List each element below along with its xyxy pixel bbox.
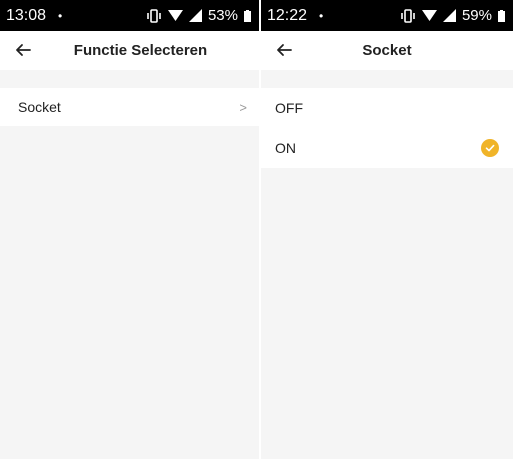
wifi-icon (421, 9, 437, 22)
battery-icon (244, 9, 251, 22)
app-bar: Socket (261, 31, 513, 70)
signal-icon (188, 9, 202, 22)
page-title: Functie Selecteren (73, 42, 208, 59)
notification-dot-icon: • (58, 8, 63, 23)
list-item-socket[interactable]: Socket > (0, 88, 259, 126)
back-arrow-icon[interactable] (12, 39, 34, 61)
page-title: Socket (362, 42, 412, 59)
option-on[interactable]: ON (261, 128, 513, 168)
option-off[interactable]: OFF (261, 88, 513, 128)
option-list: OFF ON (261, 88, 513, 168)
vibrate-icon (146, 8, 162, 23)
battery-level: 53% (207, 7, 238, 24)
right-screen: 12:22 • 59% Socket OFF ON (261, 0, 513, 459)
left-screen: 13:08 • 53% Functie Selecteren Socket > (0, 0, 259, 459)
status-time: 12:22 (267, 6, 308, 24)
status-bar: 13:08 • 53% (0, 0, 259, 31)
battery-level: 59% (461, 7, 492, 24)
battery-icon (498, 9, 505, 22)
wifi-icon (167, 9, 183, 22)
check-circle-icon (481, 139, 499, 157)
option-label: ON (275, 140, 296, 156)
list-item-label: Socket (18, 99, 61, 115)
signal-icon (442, 9, 456, 22)
status-time: 13:08 (6, 6, 47, 24)
status-bar: 12:22 • 59% (261, 0, 513, 31)
vibrate-icon (400, 8, 416, 23)
back-arrow-icon[interactable] (273, 39, 295, 61)
notification-dot-icon: • (319, 8, 324, 23)
chevron-right-icon: > (239, 99, 247, 115)
option-label: OFF (275, 100, 303, 116)
app-bar: Functie Selecteren (0, 31, 259, 70)
